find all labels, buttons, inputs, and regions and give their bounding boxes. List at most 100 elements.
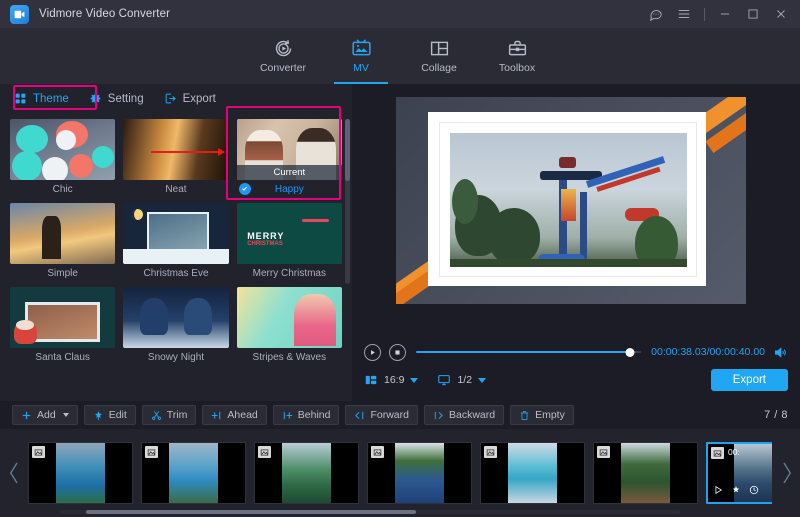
tab-setting[interactable]: Setting [79, 87, 154, 111]
toolbox-icon [507, 38, 528, 59]
minimize-icon[interactable] [712, 1, 738, 27]
tab-toolbox[interactable]: Toolbox [478, 28, 556, 84]
theme-card-santa-claus[interactable]: Santa Claus [10, 287, 115, 365]
progress-slider[interactable] [416, 344, 641, 360]
backward-button[interactable]: Backward [424, 405, 504, 425]
timeline-clip[interactable] [367, 442, 472, 504]
backward-label: Backward [449, 409, 495, 421]
theme-card-neat[interactable]: Neat [123, 119, 228, 197]
tab-export[interactable]: Export [154, 87, 226, 111]
preview-panel: 00:00:38.03/00:00:40.00 16:9 [352, 84, 800, 401]
chevron-down-icon[interactable] [63, 413, 69, 417]
empty-button[interactable]: Empty [510, 405, 574, 425]
theme-label: Christmas Eve [123, 264, 228, 281]
chevron-down-icon[interactable] [410, 378, 418, 383]
export-button[interactable]: Export [711, 369, 788, 391]
aspect-ratio-value: 16:9 [384, 374, 404, 386]
stop-icon [394, 349, 401, 356]
playback-row: 00:00:38.03/00:00:40.00 [364, 341, 788, 363]
timeline-clip[interactable] [480, 442, 585, 504]
main-tab-bar: Converter MV Collage Toolbox [0, 28, 800, 84]
theme-card-snowy-night[interactable]: Snowy Night [123, 287, 228, 365]
theme-thumbnail [237, 287, 342, 348]
edit-icon [93, 410, 104, 421]
forward-icon [354, 410, 365, 421]
behind-button[interactable]: Behind [273, 405, 340, 425]
converter-icon [273, 38, 294, 59]
theme-thumbnail [10, 119, 115, 180]
image-icon [711, 447, 724, 459]
close-icon[interactable] [768, 1, 794, 27]
tab-theme[interactable]: Theme [4, 87, 79, 111]
app-logo-icon [10, 5, 29, 24]
image-icon [32, 446, 45, 458]
effect-icon[interactable] [731, 485, 741, 498]
play-icon[interactable] [713, 485, 723, 498]
tab-mv[interactable]: MV [322, 28, 400, 84]
app-window: Vidmore Video Converter [0, 0, 800, 517]
main-body: Theme Setting Export [0, 84, 800, 401]
sub-tab-bar: Theme Setting Export [0, 84, 352, 113]
timeline-clip[interactable] [254, 442, 359, 504]
timeline-clip[interactable] [593, 442, 698, 504]
clip-list: 00: [28, 440, 772, 506]
edit-button[interactable]: Edit [84, 405, 136, 425]
theme-label: Simple [10, 264, 115, 281]
maximize-icon[interactable] [740, 1, 766, 27]
timeline-clip[interactable] [141, 442, 246, 504]
monitor-icon [437, 373, 451, 387]
theme-scrollbar[interactable] [345, 119, 350, 284]
ahead-icon [211, 410, 222, 421]
theme-grid: Chic Neat Current [0, 113, 352, 401]
trim-button[interactable]: Trim [142, 405, 197, 425]
forward-button[interactable]: Forward [345, 405, 418, 425]
collage-icon [429, 38, 450, 59]
window-controls [643, 1, 794, 27]
theme-card-christmas-eve[interactable]: Christmas Eve [123, 203, 228, 281]
image-icon [371, 446, 384, 458]
titlebar-divider [704, 8, 705, 21]
theme-label: Chic [10, 180, 115, 197]
theme-card-stripes-waves[interactable]: Stripes & Waves [237, 287, 342, 365]
ahead-button[interactable]: Ahead [202, 405, 266, 425]
app-title: Vidmore Video Converter [39, 8, 170, 20]
play-button[interactable] [364, 344, 381, 361]
zoom-select[interactable]: 1/2 [437, 373, 486, 387]
trash-icon [519, 410, 530, 421]
grid-icon [14, 92, 27, 105]
image-icon [597, 446, 610, 458]
chevron-down-icon[interactable] [478, 378, 486, 383]
feedback-icon[interactable] [643, 1, 669, 27]
trim-label: Trim [167, 409, 188, 421]
tab-converter[interactable]: Converter [244, 28, 322, 84]
clip-duration: 00: [728, 447, 740, 457]
timeline-next-button[interactable] [778, 460, 794, 486]
timeline-prev-button[interactable] [6, 460, 22, 486]
behind-label: Behind [298, 409, 331, 421]
menu-icon[interactable] [671, 1, 697, 27]
preview-stage [352, 84, 800, 335]
image-icon [484, 446, 497, 458]
time-display: 00:00:38.03/00:00:40.00 [651, 346, 765, 358]
theme-card-simple[interactable]: Simple [10, 203, 115, 281]
theme-card-happy[interactable]: Current Happy [237, 119, 342, 197]
tab-export-label: Export [183, 93, 216, 105]
stop-button[interactable] [389, 344, 406, 361]
tab-collage[interactable]: Collage [400, 28, 478, 84]
forward-label: Forward [370, 409, 409, 421]
theme-thumbnail: MERRY CHRISTMAS [237, 203, 342, 264]
aspect-ratio-select[interactable]: 16:9 [364, 373, 418, 387]
timeline-scrollbar[interactable] [60, 510, 680, 514]
volume-button[interactable] [773, 345, 788, 360]
timeline-clip[interactable] [28, 442, 133, 504]
add-button[interactable]: Add [12, 405, 78, 425]
theme-label-text: Happy [275, 184, 304, 195]
theme-card-merry-christmas[interactable]: MERRY CHRISTMAS Merry Christmas [237, 203, 342, 281]
duration-icon[interactable] [749, 485, 759, 498]
slider-handle[interactable] [625, 348, 634, 357]
theme-card-chic[interactable]: Chic [10, 119, 115, 197]
timeline-clip-selected[interactable]: 00: [706, 442, 772, 504]
theme-overlay-text: MERRY CHRISTMAS [247, 231, 284, 247]
backward-icon [433, 410, 444, 421]
theme-thumbnail [10, 203, 115, 264]
